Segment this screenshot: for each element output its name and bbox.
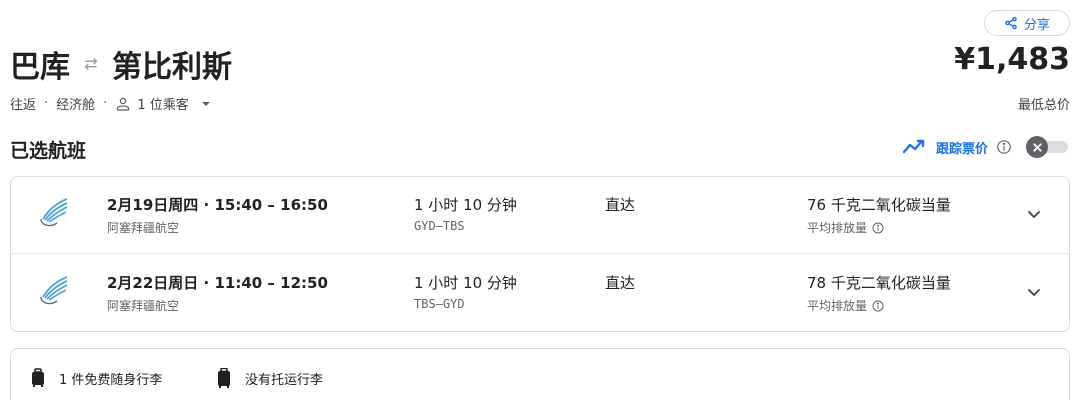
track-prices-label[interactable]: 跟踪票价 — [936, 138, 988, 157]
trend-icon — [902, 139, 925, 154]
price-note: 最低总价 — [1017, 98, 1070, 113]
flight-time: 2月22日周日 · 11:40 – 12:50 — [107, 274, 328, 292]
emissions-note: 平均排放量 — [807, 219, 884, 236]
passenger-count: 1 位乘客 — [137, 98, 189, 113]
baggage-card: 1 件免费随身行李 没有托运行李 — [10, 348, 1070, 400]
checked-label: 没有托运行李 — [245, 372, 324, 388]
destination-city: 第比利斯 — [112, 50, 232, 85]
chevron-down-icon[interactable] — [1023, 281, 1045, 303]
luggage-icon — [218, 368, 230, 388]
carry-on-bag-icon — [32, 368, 44, 387]
emissions-note-label: 平均排放量 — [807, 221, 868, 235]
flight-duration: 1 小时 10 分钟 — [414, 196, 517, 214]
flight-duration: 1 小时 10 分钟 — [414, 274, 517, 292]
airline-logo-icon — [40, 198, 68, 227]
info-icon[interactable] — [872, 300, 884, 312]
share-label: 分享 — [1023, 17, 1050, 33]
close-icon — [1032, 142, 1042, 152]
toggle-knob — [1026, 136, 1048, 158]
checked-baggage: 没有托运行李 — [215, 368, 323, 388]
share-button[interactable]: 分享 — [984, 10, 1070, 36]
info-icon[interactable] — [996, 139, 1012, 155]
flight-stops: 直达 — [605, 274, 636, 292]
trip-type: 往返 — [10, 98, 37, 113]
airline-logo-icon — [40, 276, 68, 305]
trip-summary: 往返 · 经济舱 · 1 位乘客 — [10, 94, 211, 113]
separator: · — [103, 96, 108, 111]
flight-emissions: 78 千克二氧化碳当量 — [807, 274, 951, 292]
track-prices: 跟踪票价 — [902, 136, 1070, 158]
cabin-class: 经济舱 — [56, 98, 96, 113]
emissions-note-label: 平均排放量 — [807, 299, 868, 313]
flight-row[interactable]: 2月22日周日 · 11:40 – 12:50 阿塞拜疆航空 1 小时 10 分… — [11, 255, 1069, 332]
carry-on-label: 1 件免费随身行李 — [59, 372, 163, 388]
chevron-down-icon[interactable] — [1023, 203, 1045, 225]
info-icon[interactable] — [872, 222, 884, 234]
selected-flights-card: 2月19日周四 · 15:40 – 16:50 阿塞拜疆航空 1 小时 10 分… — [10, 176, 1070, 332]
round-trip-arrows-icon — [84, 57, 98, 71]
share-icon — [1005, 16, 1017, 30]
caret-down-icon — [201, 101, 210, 106]
passenger-selector[interactable]: 1 位乘客 — [115, 94, 210, 113]
route-title: 巴库 第比利斯 — [10, 42, 232, 86]
flight-emissions: 76 千克二氧化碳当量 — [807, 196, 951, 214]
selected-flights-title: 已选航班 — [10, 140, 87, 162]
total-price: ¥1,483 — [954, 42, 1070, 77]
carry-on-baggage: 1 件免费随身行李 — [29, 368, 162, 388]
airport-codes: GYD–TBS — [414, 219, 465, 233]
airline-name: 阿塞拜疆航空 — [107, 299, 180, 313]
origin-city: 巴库 — [10, 50, 70, 85]
separator: · — [44, 96, 49, 111]
airline-name: 阿塞拜疆航空 — [107, 221, 180, 235]
flight-stops: 直达 — [605, 196, 636, 214]
person-icon — [117, 97, 130, 111]
flight-time: 2月19日周四 · 15:40 – 16:50 — [107, 196, 328, 214]
emissions-note: 平均排放量 — [807, 297, 884, 314]
flight-row[interactable]: 2月19日周四 · 15:40 – 16:50 阿塞拜疆航空 1 小时 10 分… — [11, 177, 1069, 254]
airport-codes: TBS–GYD — [414, 297, 465, 311]
track-prices-toggle[interactable] — [1026, 136, 1070, 158]
